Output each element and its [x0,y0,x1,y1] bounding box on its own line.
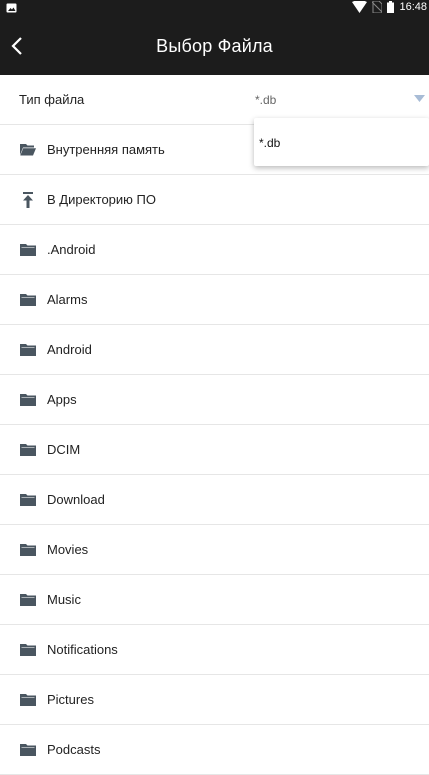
folder-icon [20,643,36,657]
file-type-label: Тип файла [19,92,85,107]
folder-icon [20,293,36,307]
list-item-label: Music [47,592,81,607]
no-sim-icon [372,1,383,13]
file-list: Тип файла *.db Внутренняя память В Дирек… [0,75,429,775]
file-type-dropdown: *.db [254,118,429,166]
list-item-label: Apps [47,392,77,407]
list-item-folder-pictures[interactable]: Pictures [0,675,429,725]
list-item-folder-podcasts[interactable]: Podcasts [0,725,429,775]
status-time: 16:48 [399,1,427,13]
folder-icon [20,243,36,257]
list-item-label: Download [47,492,105,507]
list-item-app-directory[interactable]: В Директорию ПО [0,175,429,225]
battery-icon [387,1,395,13]
folder-icon [20,593,36,607]
list-item-label: DCIM [47,442,81,457]
list-item-folder-android[interactable]: Android [0,325,429,375]
list-item-folder-android-hidden[interactable]: .Android [0,225,429,275]
list-item-label: Alarms [47,292,88,307]
list-item-folder-apps[interactable]: Apps [0,375,429,425]
upload-arrow-icon [20,191,36,208]
folder-icon [20,693,36,707]
folder-icon [20,743,36,757]
list-item-label: В Директорию ПО [47,192,156,207]
folder-icon [20,443,36,457]
folder-icon [20,393,36,407]
dropdown-arrow-icon[interactable] [414,95,425,102]
image-icon [6,3,17,13]
wifi-icon [352,1,368,13]
list-item-label: Внутренняя память [47,142,165,157]
dropdown-option-db[interactable]: *.db [259,136,280,150]
list-item-label: .Android [47,242,96,257]
status-bar: 16:48 [0,0,429,17]
list-item-folder-alarms[interactable]: Alarms [0,275,429,325]
list-item-label: Movies [47,542,89,557]
list-item-label: Android [47,342,92,357]
page-title: Выбор Файла [156,36,273,56]
list-item-label: Podcasts [47,742,101,757]
list-item-folder-notifications[interactable]: Notifications [0,625,429,675]
list-item-label: Pictures [47,692,94,707]
list-item-folder-download[interactable]: Download [0,475,429,525]
list-item-folder-dcim[interactable]: DCIM [0,425,429,475]
folder-open-icon [20,143,36,157]
folder-icon [20,343,36,357]
list-item-folder-movies[interactable]: Movies [0,525,429,575]
folder-icon [20,493,36,507]
toolbar: Выбор Файла [0,17,429,75]
list-item-label: Notifications [47,642,118,657]
file-type-value[interactable]: *.db [255,93,276,107]
folder-icon [20,543,36,557]
list-item-folder-music[interactable]: Music [0,575,429,625]
